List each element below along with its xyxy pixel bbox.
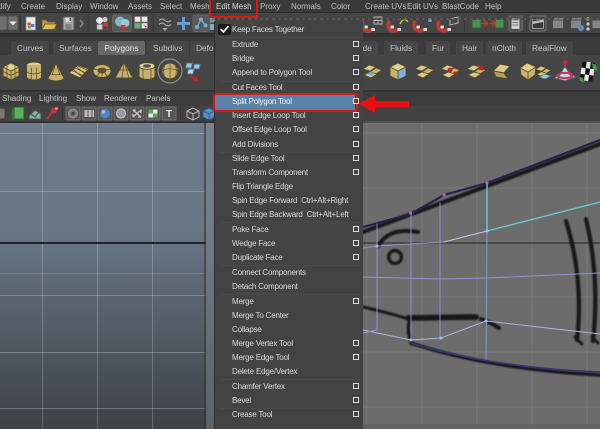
- svg-text:T: T: [166, 109, 172, 120]
